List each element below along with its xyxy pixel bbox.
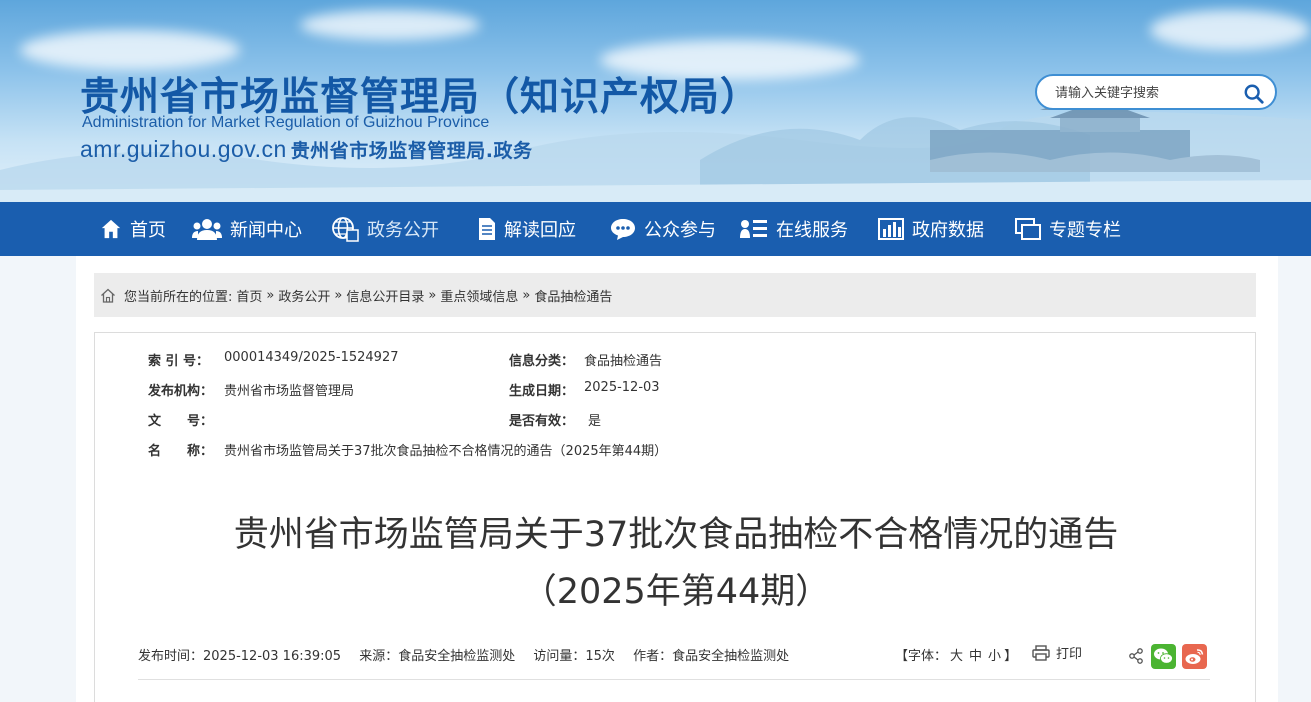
breadcrumb-item-key-areas[interactable]: 重点领域信息: [440, 286, 518, 305]
site-domain: amr.guizhou.gov.cn 贵州省市场监督管理局.政务: [80, 136, 532, 163]
service-list-icon: [740, 220, 767, 238]
nav-item-label: 政府数据: [912, 220, 984, 241]
article-divider: [138, 679, 1210, 680]
weibo-share-button[interactable]: [1182, 644, 1207, 669]
generated-date-label: 生成日期：: [509, 384, 575, 399]
breadcrumb: 您当前所在的位置: 首页 » 政务公开 » 信息公开目录 » 重点领域信息 » …: [94, 273, 1256, 317]
nav-item-label: 在线服务: [776, 220, 848, 241]
search-icon[interactable]: [1243, 83, 1265, 105]
print-label: 打印: [1056, 647, 1083, 662]
publisher-value: 贵州省市场监督管理局: [224, 384, 355, 399]
search-box: [1035, 74, 1277, 110]
font-size-suffix: 】: [1004, 649, 1018, 664]
generated-date-value: 2025-12-03: [584, 380, 660, 395]
nav-item-label: 公众参与: [644, 220, 716, 241]
category-value: 食品抽检通告: [584, 354, 663, 369]
font-size-large-button[interactable]: 大: [950, 649, 963, 664]
article-source: 来源：食品安全抽检监测处: [359, 649, 516, 664]
font-size-small-button[interactable]: 小: [988, 649, 1001, 664]
validity-value: 是: [588, 414, 602, 429]
nav-item-label: 专题专栏: [1049, 220, 1121, 241]
index-number-value: 000014349/2025-1524927: [224, 350, 399, 365]
nav-item-online-service[interactable]: 在线服务: [740, 202, 848, 256]
validity-label: 是否有效：: [509, 414, 575, 429]
document-number-label: 文 号：: [148, 414, 214, 429]
nav-item-label: 政务公开: [367, 220, 439, 241]
font-size-control: 【字体：大中小】: [895, 645, 1017, 664]
weibo-icon: [1185, 649, 1204, 664]
nav-item-government-data[interactable]: 政府数据: [878, 202, 984, 256]
cloud-decoration: [300, 10, 480, 40]
globe-icon: [332, 217, 359, 242]
breadcrumb-item-home[interactable]: 首页: [236, 286, 262, 305]
nav-item-news[interactable]: 新闻中心: [192, 202, 302, 256]
breadcrumb-separator: »: [334, 287, 343, 303]
nav-item-public-participation[interactable]: 公众参与: [610, 202, 716, 256]
domain-text: amr.guizhou.gov.cn: [80, 136, 287, 162]
cloud-decoration: [1150, 10, 1310, 50]
font-size-prefix: 【字体：: [895, 649, 948, 664]
nav-item-label: 新闻中心: [230, 220, 302, 241]
main-nav: 首页 新闻中心 政务公开 解读回应 公众参与 在线服务 政府数据 专题专栏: [0, 202, 1311, 256]
share-icon[interactable]: [1128, 648, 1144, 664]
visit-count: 访问量：15次: [533, 649, 615, 664]
chat-icon: [611, 219, 635, 240]
site-title-english: Administration for Market Regulation of …: [82, 114, 490, 131]
breadcrumb-item-food-inspection[interactable]: 食品抽检通告: [534, 286, 612, 305]
publisher-label: 发布机构：: [148, 384, 214, 399]
bar-chart-icon: [878, 218, 904, 240]
breadcrumb-item-info-catalog[interactable]: 信息公开目录: [346, 286, 424, 305]
nav-item-government-affairs[interactable]: 政务公开: [331, 202, 439, 256]
home-outline-icon: [101, 288, 115, 303]
header-banner: 贵州省市场监督管理局（知识产权局） Administration for Mar…: [0, 0, 1311, 202]
article-title-issue: （2025年第44期）: [521, 572, 831, 612]
name-label: 名 称：: [148, 444, 214, 459]
people-icon: [192, 219, 222, 240]
printer-icon: [1032, 644, 1050, 661]
wechat-share-button[interactable]: [1151, 644, 1176, 669]
nav-item-special-topics[interactable]: 专题专栏: [1015, 202, 1121, 256]
font-size-medium-button[interactable]: 中: [969, 649, 982, 664]
wechat-icon: [1154, 648, 1173, 664]
nav-item-label: 解读回应: [504, 220, 576, 241]
search-input[interactable]: [1055, 84, 1235, 102]
article-title: 贵州省市场监管局关于37批次食品抽检不合格情况的通告: [233, 515, 1119, 555]
article-author: 作者：食品安全抽检监测处: [633, 649, 790, 664]
breadcrumb-separator: »: [428, 287, 437, 303]
document-icon: [479, 218, 495, 240]
nav-item-label: 首页: [130, 220, 166, 241]
home-icon: [101, 219, 121, 239]
article-info-bar: 发布时间：2025-12-03 16:39:05 来源：食品安全抽检监测处 访问…: [138, 645, 803, 664]
breadcrumb-separator: »: [266, 287, 275, 303]
category-label: 信息分类：: [509, 354, 575, 369]
nav-item-home[interactable]: 首页: [100, 202, 166, 256]
print-button[interactable]: 打印: [1032, 643, 1082, 662]
domain-suffix: 贵州省市场监督管理局.政务: [290, 140, 533, 162]
cloud-decoration: [20, 30, 240, 70]
breadcrumb-prefix: 您当前所在的位置:: [124, 289, 233, 305]
publish-time: 发布时间：2025-12-03 16:39:05: [138, 649, 342, 664]
name-value: 贵州省市场监管局关于37批次食品抽检不合格情况的通告（2025年第44期）: [224, 444, 668, 459]
breadcrumb-separator: »: [522, 287, 531, 303]
index-number-label: 索 引 号：: [148, 354, 210, 369]
window-icon: [1015, 218, 1041, 240]
breadcrumb-item-government-affairs[interactable]: 政务公开: [278, 286, 330, 305]
nav-item-interpretation[interactable]: 解读回应: [478, 202, 576, 256]
